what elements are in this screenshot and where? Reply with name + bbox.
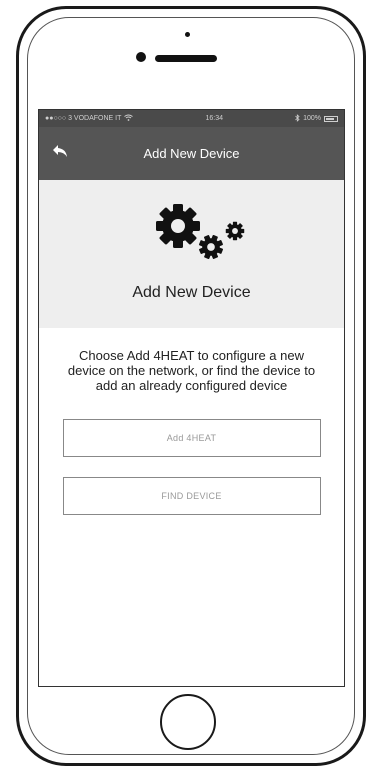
carrier-label: ●●○○○ 3 VODAFONE IT <box>45 115 122 122</box>
app-screen: ●●○○○ 3 VODAFONE IT 16:34 100% Add New D… <box>38 109 345 687</box>
earpiece-speaker <box>155 55 217 62</box>
status-time: 16:34 <box>205 115 223 122</box>
gears-icon <box>144 190 254 272</box>
nav-title: Add New Device <box>143 146 240 161</box>
instructions-text: Choose Add 4HEAT to configure a new devi… <box>67 348 316 393</box>
find-device-button[interactable]: FIND DEVICE <box>62 477 321 515</box>
status-left: ●●○○○ 3 VODAFONE IT <box>45 114 134 123</box>
add-4heat-button[interactable]: Add 4HEAT <box>62 419 321 457</box>
back-arrow-icon <box>52 144 68 163</box>
front-camera <box>136 52 146 62</box>
battery-icon <box>324 115 338 122</box>
status-bar: ●●○○○ 3 VODAFONE IT 16:34 100% <box>39 110 344 127</box>
hero-section: Add New Device <box>39 180 344 328</box>
status-right: 100% <box>295 113 338 124</box>
front-sensor <box>185 32 190 37</box>
bluetooth-icon <box>295 113 300 124</box>
wifi-icon <box>124 114 134 123</box>
back-button[interactable] <box>49 144 71 162</box>
battery-percent: 100% <box>303 115 321 122</box>
nav-bar: Add New Device <box>39 127 344 180</box>
home-button[interactable] <box>160 694 216 750</box>
hero-title: Add New Device <box>132 284 251 301</box>
